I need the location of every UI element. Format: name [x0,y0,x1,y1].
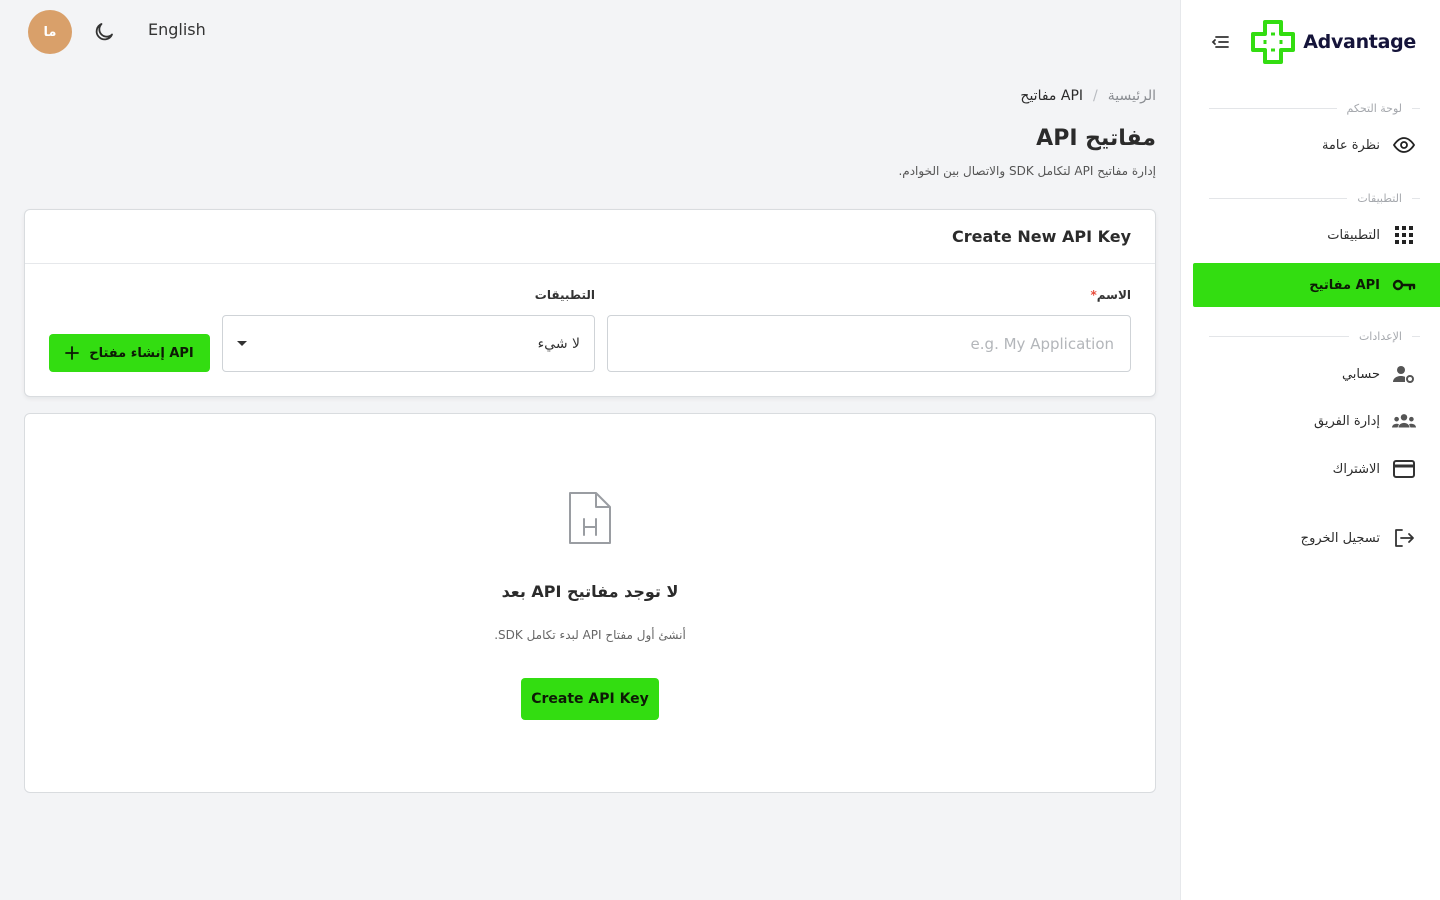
name-input[interactable] [607,315,1131,372]
moon-icon[interactable] [92,20,116,44]
avatar-initials: ما [43,24,57,40]
user-settings-icon [1392,362,1416,386]
sidebar-item-label: إدارة الفريق [1313,413,1380,429]
user-avatar[interactable]: ما [28,10,72,54]
sidebar-item-subscription[interactable]: الاشتراك [1193,447,1440,491]
create-api-key-submit-button[interactable]: إنشاء مفتاح API [49,334,210,372]
sidebar-item-label: تسجيل الخروج [1300,530,1380,546]
eye-icon [1392,133,1416,157]
team-icon [1392,409,1416,433]
create-api-key-card: Create New API Key الاسم* التطبيقات لا ش… [24,209,1156,397]
sidebar-item-label: التطبيقات [1327,227,1380,243]
logo[interactable]: Advantage [1249,18,1416,66]
menu-collapse-icon[interactable] [1211,34,1233,54]
page-title: مفاتيح API [1036,126,1156,151]
sidebar-item-team[interactable]: إدارة الفريق [1193,399,1440,443]
grid-icon [1392,223,1416,247]
logout-icon [1392,526,1416,550]
credit-card-icon [1392,457,1416,481]
create-card-title: Create New API Key [25,210,1155,264]
sidebar-item-account[interactable]: حسابي [1193,352,1440,396]
page-subtitle: إدارة مفاتيح API لتكامل SDK والاتصال بين… [898,164,1156,178]
section-label-settings: الإعدادات [1209,330,1420,343]
create-api-key-button[interactable]: Create API Key [521,678,659,720]
plus-icon [65,346,80,360]
sidebar-item-logout[interactable]: تسجيل الخروج [1193,516,1440,560]
breadcrumb-separator: / [1093,88,1098,104]
api-keys-empty-state: لا توجد مفاتيح API بعد أنشئ أول مفتاح AP… [24,413,1156,793]
breadcrumb-current: مفاتيح API [1020,88,1084,104]
apps-label: التطبيقات [534,288,595,302]
sidebar-item-api-keys[interactable]: مفاتيح API [1193,263,1440,307]
sidebar-item-label: مفاتيح API [1309,277,1380,293]
empty-state-title: لا توجد مفاتيح API بعد [501,582,679,601]
sidebar-item-applications[interactable]: التطبيقات [1193,213,1440,257]
language-switch[interactable]: English [148,20,206,39]
section-label-dashboard: لوحة التحكم [1209,102,1420,115]
sidebar-item-label: الاشتراك [1332,461,1380,477]
section-label-applications: التطبيقات [1209,192,1420,205]
caret-down-icon [237,341,247,346]
breadcrumb: الرئيسية / مفاتيح API [1020,88,1156,104]
sidebar: Advantage لوحة التحكم نظرة عامة التطبيقا… [1180,0,1440,900]
create-api-key-submit-label: إنشاء مفتاح API [89,345,194,361]
name-label: الاسم* [1086,288,1131,302]
sidebar-item-overview[interactable]: نظرة عامة [1193,123,1440,167]
sidebar-item-label: نظرة عامة [1321,137,1380,153]
sidebar-header: Advantage [1181,16,1440,72]
logo-text: Advantage [1303,31,1416,53]
file-icon [566,489,614,551]
logo-icon [1251,20,1296,64]
empty-state-description: أنشئ أول مفتاح API لبدء تكامل SDK. [494,628,686,642]
key-icon [1392,273,1416,297]
sidebar-item-label: حسابي [1341,366,1380,382]
breadcrumb-home[interactable]: الرئيسية [1108,88,1156,104]
apps-select[interactable]: لا شيء [222,315,595,372]
apps-select-value: لا شيء [537,335,580,352]
name-label-text: الاسم [1096,288,1131,302]
